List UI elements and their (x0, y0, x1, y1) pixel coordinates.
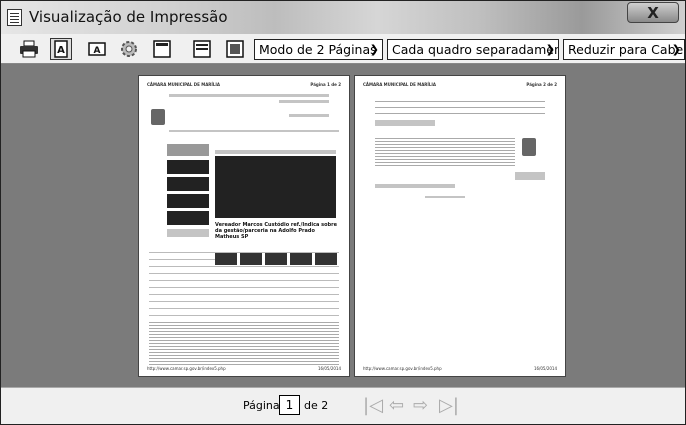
portrait-icon: A (54, 40, 68, 58)
page-header-right: Página 1 de 2 (310, 82, 341, 87)
page-label: Página (243, 399, 280, 412)
page-header-left: CÂMARA MUNICIPAL DE MARÍLIA (363, 82, 436, 87)
crest-logo (522, 138, 536, 156)
fit-width-button[interactable] (191, 38, 213, 60)
text-line (289, 114, 329, 117)
sidebar-box (167, 144, 209, 156)
photo-grid (167, 177, 209, 191)
landscape-icon: A (88, 42, 106, 56)
fit-width-icon (193, 40, 211, 58)
close-button[interactable]: X (627, 2, 679, 23)
breadcrumb (215, 150, 336, 154)
portrait-button[interactable]: A (50, 38, 72, 60)
header-footer-button[interactable] (151, 38, 173, 60)
photo-strip (215, 253, 339, 265)
header-footer-icon (153, 40, 171, 58)
body-text (149, 320, 339, 365)
print-preview-window: Visualização de Impressão X A A Modo de … (0, 0, 686, 425)
view-mode-value: Modo de 2 Páginas (259, 42, 377, 57)
toolbar: A A Modo de 2 Páginas ❯ Cada quadro sepa… (1, 34, 685, 64)
chevron-down-icon: ❯ (671, 43, 681, 56)
link-columns (375, 136, 515, 166)
view-mode-select[interactable]: Modo de 2 Páginas ❯ (254, 39, 383, 60)
landscape-button[interactable]: A (86, 38, 108, 60)
print-icon (20, 40, 38, 58)
crest-logo (151, 109, 165, 125)
close-icon: X (647, 4, 659, 22)
form-line (375, 120, 435, 126)
first-page-icon[interactable]: |◁ (363, 397, 383, 415)
menu-row (169, 130, 339, 132)
full-page-icon (226, 40, 244, 58)
page-count-label: de 2 (304, 399, 329, 412)
scale-mode-select[interactable]: Reduzir para Caber ❯ (563, 39, 685, 60)
page-footer-left: http://www.camar.sp.gov.br/index5.php (147, 366, 226, 371)
portrait-icon-glyph: A (57, 45, 65, 56)
gear-icon (121, 41, 137, 57)
page-footer-right: 16/05/2014 (533, 366, 557, 371)
sidebar-box (167, 229, 209, 237)
frames-mode-value: Cada quadro separadamente (392, 42, 559, 57)
news-photo (215, 156, 336, 218)
page-header-left: CÂMARA MUNICIPAL DE MARÍLIA (147, 82, 220, 87)
form-block (375, 96, 545, 116)
frames-mode-select[interactable]: Cada quadro separadamente ❯ (387, 39, 559, 60)
photo-grid (167, 160, 209, 174)
chevron-down-icon: ❯ (369, 43, 379, 56)
page-thumbnail-1: CÂMARA MUNICIPAL DE MARÍLIA Página 1 de … (138, 75, 350, 377)
next-page-icon[interactable]: ⇨ (413, 397, 428, 415)
preview-area[interactable]: CÂMARA MUNICIPAL DE MARÍLIA Página 1 de … (1, 65, 685, 387)
pagination-bar: Página 1 de 2 |◁ ⇦ ⇨ ▷| (1, 387, 685, 424)
contact-row (375, 184, 455, 188)
page-footer-left: http://www.camar.sp.gov.br/index5.php (363, 366, 442, 371)
page-number-input[interactable]: 1 (279, 395, 300, 415)
page-header-right: Página 2 de 2 (526, 82, 557, 87)
page-footer-right: 16/05/2014 (317, 366, 341, 371)
logo-text (515, 172, 545, 180)
page-thumbnail-2: CÂMARA MUNICIPAL DE MARÍLIA Página 2 de … (354, 75, 566, 377)
print-button[interactable] (18, 38, 40, 60)
divider (425, 196, 465, 198)
photo-grid (167, 194, 209, 208)
chevron-down-icon: ❯ (545, 43, 555, 56)
scale-mode-value: Reduzir para Caber (568, 42, 685, 57)
full-page-button[interactable] (224, 38, 246, 60)
previous-page-icon[interactable]: ⇦ (389, 397, 404, 415)
nav-row (279, 100, 329, 103)
news-headline: Vereador Marcos Custódio ref./Indica sob… (215, 222, 337, 240)
title-bar: Visualização de Impressão X (1, 1, 685, 34)
photo-grid (167, 211, 209, 225)
last-page-icon[interactable]: ▷| (439, 397, 459, 415)
nav-row (169, 94, 329, 97)
page-setup-button[interactable] (118, 38, 140, 60)
landscape-icon-glyph: A (94, 46, 101, 56)
window-title: Visualização de Impressão (29, 8, 228, 26)
document-icon (7, 9, 22, 26)
